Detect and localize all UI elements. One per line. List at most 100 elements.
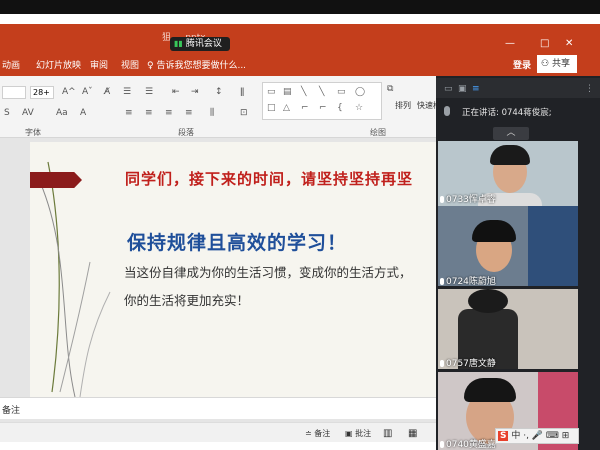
notes-icon: ≐ [305, 429, 315, 438]
oval-shape-icon[interactable]: ◯ [355, 87, 365, 97]
ime-tools[interactable]: ·, 🎤 ⌨ ⊞ [523, 431, 569, 441]
view-speaker-icon[interactable]: ▣ [458, 84, 467, 94]
sorter-view-icon[interactable]: ▦ [408, 428, 417, 439]
align-left-icon[interactable]: ≡ [125, 108, 133, 118]
change-case-icon[interactable]: Aa [56, 108, 68, 118]
line-spacing-icon[interactable]: ↕ [215, 87, 223, 97]
background-building [528, 206, 578, 286]
participant-name-text: 0757唐文静 [446, 359, 496, 369]
collapse-up-button[interactable]: ︿ [493, 127, 529, 140]
shapes-gallery[interactable]: ▭ ▤ ╲ ╲ ▭ ◯ □ △ ⌐ ⌐ { ☆ [262, 82, 382, 120]
font-color-icon[interactable]: A [80, 108, 86, 118]
input-method-bar[interactable]: S 中 ·, 🎤 ⌨ ⊞ [495, 428, 579, 444]
shadow-icon[interactable]: S [4, 108, 10, 118]
participant-name-text: 0740黄盛嘉 [446, 440, 496, 450]
slide-heading: 保持规律且高效的学习！ [127, 232, 348, 254]
group-label-paragraph: 段落 [178, 128, 194, 137]
view-list-icon[interactable]: ≡ [472, 84, 480, 94]
connector-shape-icon[interactable]: ⌐ [301, 103, 309, 113]
minimize-button[interactable]: — [505, 38, 515, 49]
notes-pane[interactable] [0, 397, 440, 419]
justify-icon[interactable]: ≡ [185, 108, 193, 118]
notes-toggle-label: 备注 [314, 429, 331, 438]
shrink-font-icon[interactable]: Aˇ [82, 87, 93, 97]
align-right-icon[interactable]: ≡ [165, 108, 173, 118]
star-shape-icon[interactable]: ☆ [355, 103, 363, 113]
font-name-box[interactable] [2, 86, 26, 99]
rectangle-shape-icon[interactable]: ▭ [267, 87, 276, 97]
slide-arrow-shape [30, 172, 82, 188]
login-button[interactable]: 登录 [513, 58, 531, 71]
participant-hair [472, 220, 516, 242]
speaking-now: 正在讲话: 0744蒋俊宸; [462, 108, 552, 118]
line2-shape-icon[interactable]: ╲ [319, 87, 324, 97]
sogou-logo-icon: S [498, 431, 509, 441]
increase-indent-icon[interactable]: ⇥ [191, 87, 199, 97]
decrease-indent-icon[interactable]: ⇤ [172, 87, 180, 97]
participant-hair [468, 289, 508, 313]
speaking-mic-icon [444, 106, 450, 116]
participant-name-text: 0724陈蔚旭 [446, 277, 496, 287]
share-button[interactable]: ⚇ 共享 [537, 55, 577, 73]
tab-slideshow[interactable]: 幻灯片放映 [36, 58, 81, 71]
brace-shape-icon[interactable]: { [337, 103, 343, 113]
tell-me-text: 告诉我您想要做什么... [156, 61, 247, 71]
group-label-drawing: 绘图 [370, 128, 386, 137]
signal-icon: ▮▮ [174, 39, 183, 48]
comment-icon: ▣ [345, 429, 356, 438]
meeting-app-name: 腾讯会议 [185, 39, 222, 49]
participant-name-text: 0733恽卓睿 [446, 195, 496, 205]
status-bar [0, 422, 440, 442]
numbering-icon[interactable]: ☰ [145, 87, 153, 97]
slide-body-2: 你的生活将更加充实！ [124, 293, 250, 308]
slide-line-1: 同学们，接下来的时间，请坚持坚持再坚 [125, 170, 414, 188]
comments-toggle-label: 批注 [355, 429, 372, 438]
share-label: 共享 [551, 59, 570, 69]
close-button[interactable]: ✕ [565, 38, 573, 49]
smartart-icon[interactable]: ⊡ [240, 108, 248, 118]
line-shape-icon[interactable]: ╲ [301, 87, 306, 97]
more-icon[interactable]: ⋮ [585, 84, 594, 94]
notes-label: 备注 [2, 406, 21, 416]
columns-icon[interactable]: ⫼ [210, 108, 214, 118]
comments-toggle[interactable]: ▣ 批注 [345, 428, 371, 439]
arrange-icon[interactable]: ⧉ [387, 84, 393, 94]
slide-body-1: 当这份自律成为你的生活习惯，变成你的生活方式， [124, 265, 412, 280]
mic-icon [440, 196, 444, 203]
ime-mode[interactable]: 中 [511, 431, 520, 441]
group-label-font: 字体 [25, 128, 41, 137]
clear-format-icon[interactable]: A̸ [104, 87, 110, 97]
participant-name: 0724陈蔚旭 [440, 274, 496, 287]
notes-toggle[interactable]: ≐ 备注 [305, 428, 330, 439]
arrange-button[interactable]: 排列 [395, 100, 411, 111]
bullets-icon[interactable]: ☰ [123, 87, 131, 97]
normal-view-icon[interactable]: ▥ [383, 428, 392, 439]
participant-name: 0733恽卓睿 [440, 192, 496, 205]
person-icon: ⚇ [541, 59, 552, 69]
font-size-box[interactable]: 28+ [30, 86, 54, 99]
grow-font-icon[interactable]: A^ [62, 87, 76, 97]
mic-icon [440, 278, 444, 285]
rect2-shape-icon[interactable]: ▭ [337, 87, 346, 97]
square-shape-icon[interactable]: □ [267, 103, 276, 113]
view-grid-icon[interactable]: ▭ [444, 84, 453, 94]
triangle-shape-icon[interactable]: △ [283, 103, 290, 113]
maximize-button[interactable]: □ [540, 38, 549, 49]
tell-me-search[interactable]: ♀ 告诉我您想要做什么... [147, 58, 246, 71]
textbox-shape-icon[interactable]: ▤ [283, 87, 292, 97]
char-spacing-icon[interactable]: AV [22, 108, 34, 118]
tab-animations[interactable]: 动画 [2, 58, 20, 71]
elbow-shape-icon[interactable]: ⌐ [319, 103, 327, 113]
participant-name: 0757唐文静 [440, 356, 496, 369]
participant-name: 0740黄盛嘉 [440, 437, 496, 450]
tab-view[interactable]: 视图 [121, 58, 139, 71]
meeting-indicator[interactable]: ▮▮ 腾讯会议 [170, 37, 230, 51]
align-center-icon[interactable]: ≡ [145, 108, 153, 118]
monitor-bezel [0, 0, 600, 14]
text-direction-icon[interactable]: ǁ [240, 87, 244, 97]
mic-icon [440, 441, 444, 448]
tab-review[interactable]: 审阅 [90, 58, 108, 71]
mic-icon [440, 360, 444, 367]
participant-hair [490, 145, 530, 165]
participant-hair [464, 378, 516, 402]
